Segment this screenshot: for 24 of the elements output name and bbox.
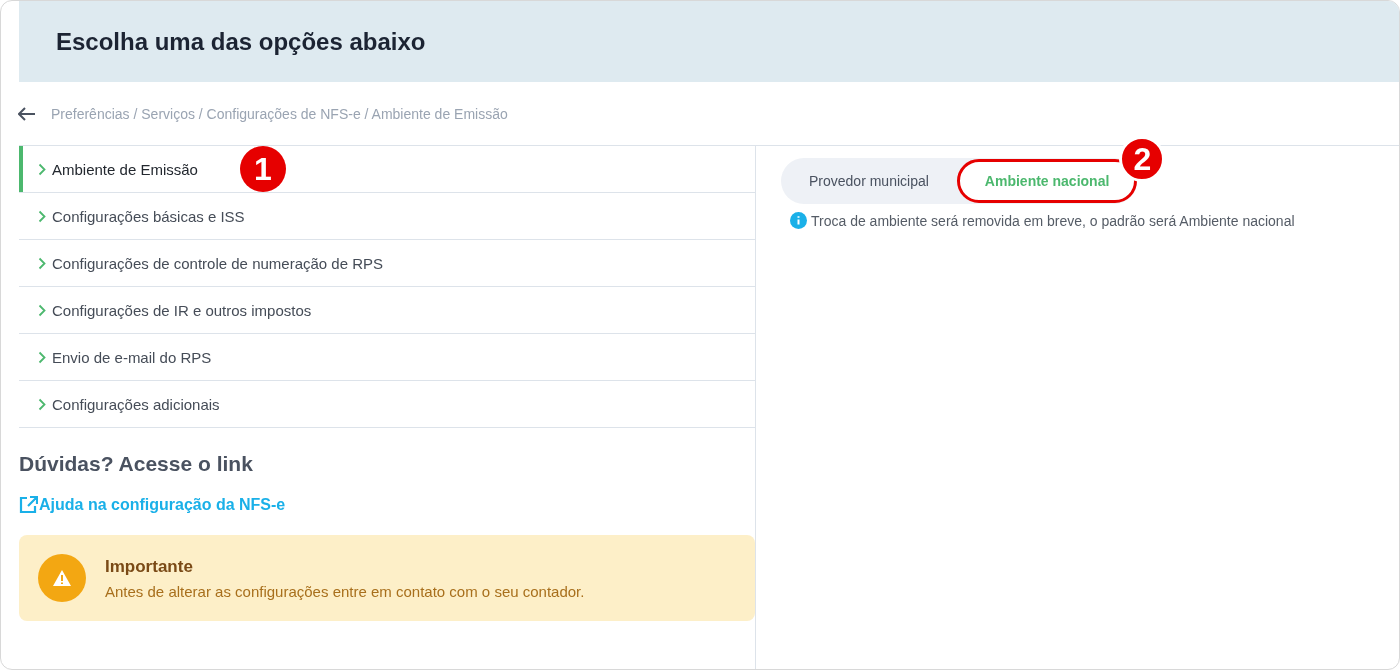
external-link-icon <box>19 496 38 514</box>
breadcrumb: Preferências / Serviços / Configurações de NFS-e / Ambiente de Emissão <box>51 105 508 122</box>
toggle-option[interactable]: Provedor municipal <box>781 159 957 203</box>
accordion-item[interactable]: Ambiente de Emissão 1 <box>19 146 755 193</box>
warning-icon <box>38 554 86 602</box>
accordion-item[interactable]: Envio de e-mail do RPS <box>19 334 755 381</box>
page-title: Escolha uma das opções abaixo <box>56 27 426 56</box>
help-heading: Dúvidas? Acesse o link <box>19 452 254 476</box>
accordion-item[interactable]: Configurações adicionais <box>19 381 755 428</box>
chevron-icon <box>38 303 46 317</box>
annotation-marker: 1 <box>240 146 286 192</box>
chevron-icon <box>38 397 46 411</box>
alert-title: Importante <box>105 556 194 577</box>
alert-text: Antes de alterar as configurações entre em contato com o seu contador. <box>105 582 585 600</box>
back-arrow-icon[interactable] <box>18 106 36 121</box>
chevron-icon <box>38 209 46 223</box>
chevron-icon <box>38 162 46 176</box>
accordion-item[interactable]: Configurações de IR e outros impostos <box>19 287 755 334</box>
chevron-icon <box>38 256 46 270</box>
accordion-item[interactable]: Configurações básicas e ISS <box>19 193 755 240</box>
info-text: Troca de ambiente será removida em breve, o padrão será Ambiente nacional <box>811 212 1295 229</box>
info-icon <box>790 212 807 229</box>
chevron-icon <box>38 350 46 364</box>
accordion-item[interactable]: Configurações de controle de numeração de RPS <box>19 240 755 287</box>
